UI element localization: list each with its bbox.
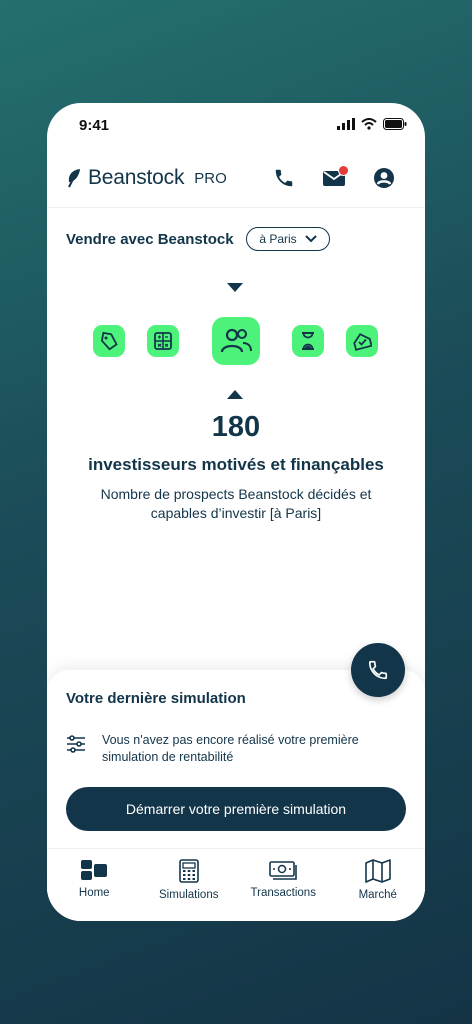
tab-market-label: Marché (358, 889, 397, 901)
tab-transactions[interactable]: Transactions (236, 849, 331, 921)
house-check-icon (353, 333, 372, 351)
simulation-empty-text: Vous n'avez pas encore réalisé votre pre… (102, 733, 359, 764)
tab-home[interactable]: Home (47, 849, 142, 921)
profile-button[interactable] (371, 165, 397, 191)
signal-icon (337, 118, 355, 130)
home-icon (81, 860, 108, 880)
battery-icon (383, 118, 407, 130)
investor-count: 180 (211, 411, 261, 443)
call-button[interactable] (271, 165, 297, 191)
tag-icon (100, 331, 118, 351)
calculator-icon (178, 859, 199, 883)
brand-name: Beanstock (88, 166, 185, 189)
step-indicator-top (227, 283, 243, 292)
tab-simulations[interactable]: Simulations (142, 849, 237, 921)
simulation-empty-state: Vous n'avez pas encore réalisé votre pre… (66, 732, 396, 766)
start-simulation-button[interactable]: Démarrer votre première simulation (66, 787, 406, 831)
tab-home-label: Home (78, 887, 110, 899)
status-time: 9:41 (79, 117, 110, 134)
step-estimation[interactable] (147, 325, 179, 357)
chevron-down-icon (304, 235, 317, 243)
tab-market[interactable]: Marché (331, 849, 426, 921)
calculator-icon (154, 332, 172, 350)
sell-title: Vendre avec Beanstock (66, 231, 234, 248)
leaf-icon (68, 169, 80, 188)
brand-logo[interactable]: Beanstock PRO (66, 166, 227, 190)
tab-simulations-label: Simulations (159, 889, 219, 901)
phone-icon (368, 660, 388, 680)
city-value: à Paris (259, 232, 297, 246)
metric-headline: investisseurs motivés et finançables (88, 455, 384, 474)
step-waiting[interactable] (292, 325, 324, 357)
metric-description: Nombre de prospects Beanstock décidés et… (100, 486, 372, 521)
step-investors[interactable] (212, 317, 260, 365)
phone-screen: 9:41 Beanstock PRO Vendre avec Beanstock… (47, 103, 425, 921)
tab-transactions-label: Transactions (250, 887, 316, 899)
investors-icon (220, 328, 252, 353)
notification-dot (338, 165, 349, 176)
phone-icon (275, 169, 293, 187)
wifi-icon (361, 118, 377, 130)
brand-tier: PRO (194, 169, 227, 187)
step-sold[interactable] (346, 325, 378, 357)
floating-call-button[interactable] (351, 643, 405, 697)
bottom-tab-bar: Home Simulations Transactions Marché (47, 848, 425, 921)
map-icon (364, 859, 391, 883)
banknote-icon (269, 861, 298, 880)
hourglass-icon (302, 332, 314, 350)
simulation-title: Votre dernière simulation (66, 690, 246, 707)
profile-icon (374, 168, 394, 188)
messages-button[interactable] (321, 165, 349, 191)
step-indicator-bottom (227, 390, 243, 399)
status-bar: 9:41 (47, 103, 425, 147)
sliders-icon (67, 735, 85, 753)
status-icons (337, 118, 407, 130)
city-dropdown[interactable]: à Paris (246, 227, 330, 251)
step-price[interactable] (93, 325, 125, 357)
app-header: Beanstock PRO (47, 153, 425, 208)
